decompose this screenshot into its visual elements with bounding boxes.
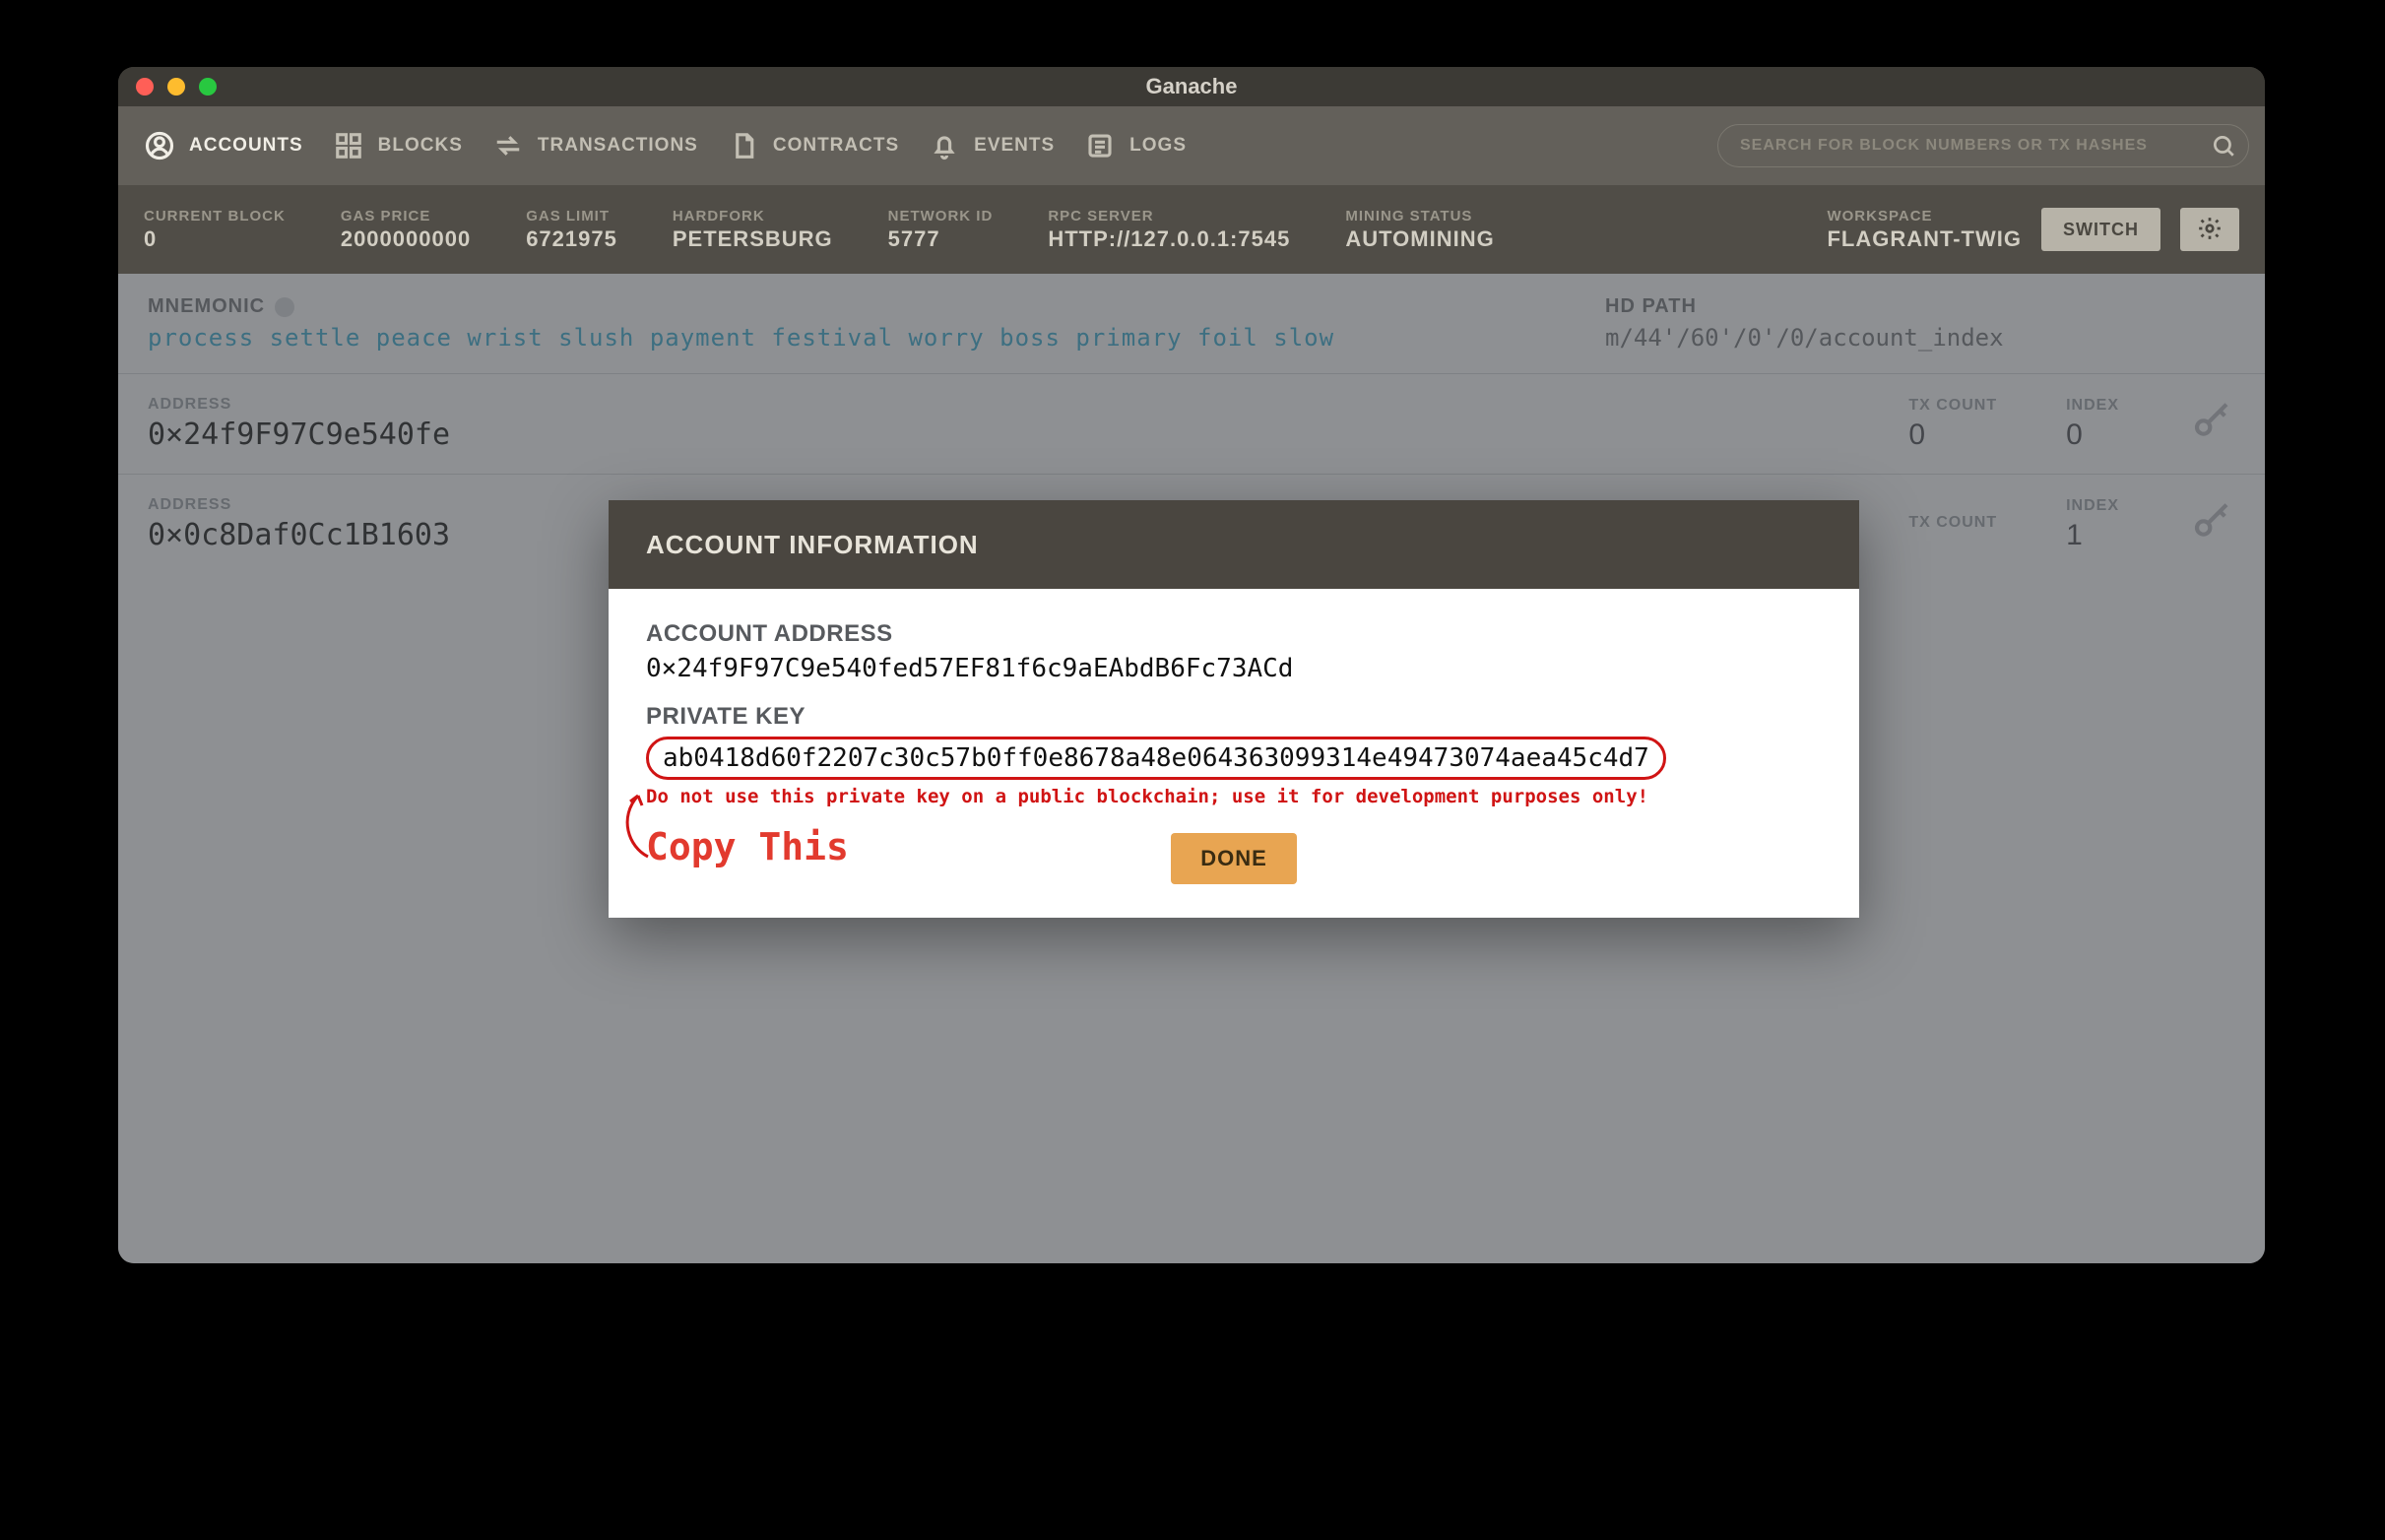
stat-label: HARDFORK (673, 208, 833, 225)
search-icon[interactable] (2206, 128, 2241, 163)
stat-value: AUTOMINING (1345, 226, 1494, 252)
stat-hardfork: HARDFORK PETERSBURG (673, 208, 833, 252)
info-icon[interactable] (275, 297, 294, 317)
show-keys-button[interactable] (2188, 407, 2235, 442)
stat-label: WORKSPACE (1827, 208, 2022, 225)
nav-label: ACCOUNTS (189, 135, 303, 157)
mnemonic-section: MNEMONIC process settle peace wrist slus… (118, 274, 2265, 373)
swap-icon (490, 128, 526, 163)
grid-icon (331, 128, 366, 163)
stat-label: GAS LIMIT (526, 208, 617, 225)
nav-transactions[interactable]: TRANSACTIONS (490, 128, 698, 163)
account-info-modal: ACCOUNT INFORMATION ACCOUNT ADDRESS 0×24… (609, 500, 1859, 918)
private-key-warning: Do not use this private key on a public … (646, 786, 1822, 807)
stat-value: 6721975 (526, 226, 617, 252)
stat-label: MINING STATUS (1345, 208, 1494, 225)
address-label: ADDRESS (148, 396, 450, 414)
key-icon (2192, 503, 2231, 545)
stat-workspace: WORKSPACE FLAGRANT-TWIG (1827, 208, 2022, 252)
stat-label: CURRENT BLOCK (144, 208, 286, 225)
account-address: 0×0c8Daf0Cc1B1603 (148, 518, 450, 552)
stat-label: GAS PRICE (341, 208, 471, 225)
address-label: ADDRESS (148, 496, 450, 514)
modal-address-label: ACCOUNT ADDRESS (646, 620, 1822, 648)
modal-title: ACCOUNT INFORMATION (609, 500, 1859, 589)
stat-label: NETWORK ID (888, 208, 994, 225)
txcount-label: TX COUNT (1908, 514, 1997, 532)
bell-icon (927, 128, 962, 163)
stat-gas-price: GAS PRICE 2000000000 (341, 208, 471, 252)
modal-private-key-label: PRIVATE KEY (646, 703, 1822, 731)
stat-value: 5777 (888, 226, 994, 252)
search-wrap (1717, 124, 2241, 167)
settings-button[interactable] (2180, 208, 2239, 251)
txcount-label: TX COUNT (1908, 397, 1997, 415)
nav-events[interactable]: EVENTS (927, 128, 1055, 163)
user-icon (142, 128, 177, 163)
modal-private-key-value[interactable]: ab0418d60f2207c30c57b0ff0e8678a48e064363… (663, 743, 1649, 773)
stat-label: RPC SERVER (1048, 208, 1290, 225)
list-icon (1082, 128, 1118, 163)
account-address: 0×24f9F97C9e540fe (148, 417, 450, 452)
index-value: 0 (2066, 418, 2083, 452)
private-key-highlight: ab0418d60f2207c30c57b0ff0e8678a48e064363… (646, 737, 1666, 780)
app-window: Ganache ACCOUNTS BLOCKS TRANSACTIONS (118, 67, 2265, 1263)
nav-blocks[interactable]: BLOCKS (331, 128, 463, 163)
stat-value: 2000000000 (341, 226, 471, 252)
document-icon (726, 128, 761, 163)
nav-accounts[interactable]: ACCOUNTS (142, 128, 303, 163)
nav-label: BLOCKS (378, 135, 463, 157)
stat-value: 0 (144, 226, 286, 252)
nav-logs[interactable]: LOGS (1082, 128, 1187, 163)
mnemonic-label: MNEMONIC (148, 295, 1546, 318)
stat-network-id: NETWORK ID 5777 (888, 208, 994, 252)
nav-label: CONTRACTS (773, 135, 899, 157)
key-icon (2192, 403, 2231, 445)
search-input[interactable] (1717, 124, 2249, 167)
stat-mining-status: MINING STATUS AUTOMINING (1345, 208, 1494, 252)
gear-icon (2197, 216, 2223, 244)
nav-label: LOGS (1129, 135, 1187, 157)
stat-value: FLAGRANT-TWIG (1827, 226, 2022, 252)
copy-this-annotation: Copy This (646, 825, 1822, 868)
index-label: INDEX (2066, 397, 2119, 415)
stat-current-block: CURRENT BLOCK 0 (144, 208, 286, 252)
switch-workspace-button[interactable]: SWITCH (2041, 208, 2160, 251)
main-nav: ACCOUNTS BLOCKS TRANSACTIONS CONTRACTS (118, 106, 2265, 185)
stat-value: PETERSBURG (673, 226, 833, 252)
stat-value: HTTP://127.0.0.1:7545 (1048, 226, 1290, 252)
hd-path: m/44'/60'/0'/0/account_index (1605, 324, 2235, 352)
mnemonic-phrase: process settle peace wrist slush payment… (148, 324, 1546, 352)
show-keys-button[interactable] (2188, 507, 2235, 543)
stat-gas-limit: GAS LIMIT 6721975 (526, 208, 617, 252)
status-bar: CURRENT BLOCK 0 GAS PRICE 2000000000 GAS… (118, 185, 2265, 274)
nav-label: EVENTS (974, 135, 1055, 157)
modal-address-value: 0×24f9F97C9e540fed57EF81f6c9aEAbdB6Fc73A… (646, 654, 1822, 683)
window-title: Ganache (118, 74, 2265, 99)
hd-path-label: HD PATH (1605, 295, 2235, 318)
titlebar: Ganache (118, 67, 2265, 106)
nav-contracts[interactable]: CONTRACTS (726, 128, 899, 163)
index-value: 1 (2066, 519, 2083, 552)
txcount-value: 0 (1908, 418, 1925, 452)
index-label: INDEX (2066, 497, 2119, 515)
stat-rpc-server: RPC SERVER HTTP://127.0.0.1:7545 (1048, 208, 1290, 252)
account-row: ADDRESS 0×24f9F97C9e540fe TX COUNT 0 IND… (118, 373, 2265, 474)
nav-label: TRANSACTIONS (538, 135, 698, 157)
